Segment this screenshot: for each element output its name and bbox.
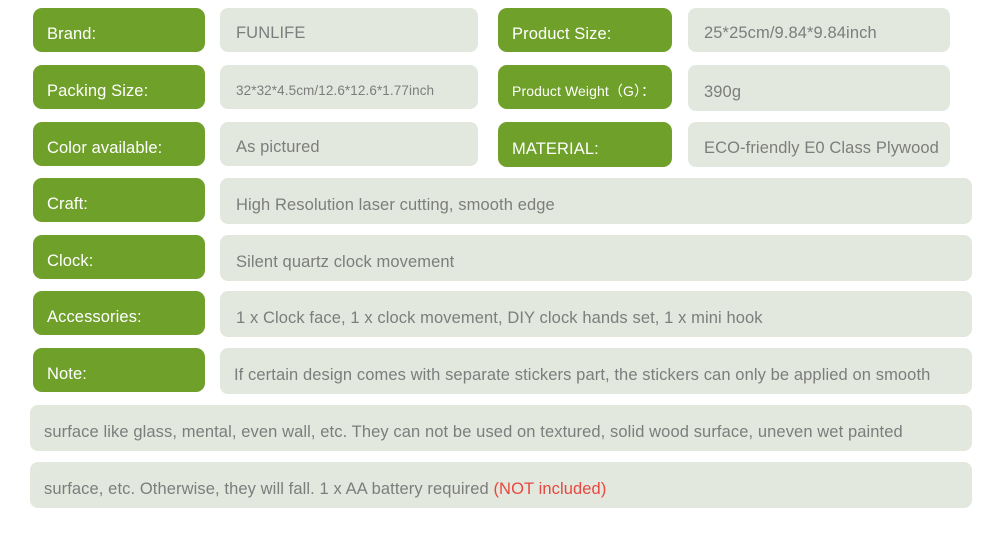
spec-label-text: Brand: — [47, 24, 97, 43]
spec-value-text: 32*32*4.5cm/12.6*12.6*1.77inch — [236, 82, 435, 98]
note-continuation-text: surface like glass, mental, even wall, e… — [44, 422, 903, 441]
spec-value-text: ECO-friendly E0 Class Plywood — [704, 138, 939, 157]
spec-value-text: 25*25cm/9.84*9.84inch — [704, 23, 877, 42]
spec-value-craft: High Resolution laser cutting, smooth ed… — [220, 178, 972, 224]
spec-value-brand: FUNLIFE — [220, 8, 478, 52]
spec-value-product-weight: 390g — [688, 65, 950, 111]
spec-label-brand: Brand: — [33, 8, 205, 52]
spec-label-color-available: Color available: — [33, 122, 205, 166]
spec-label-material: MATERIAL: — [498, 122, 672, 167]
note-continuation-line-1: surface like glass, mental, even wall, e… — [30, 405, 972, 451]
spec-value-note: If certain design comes with separate st… — [220, 348, 972, 394]
spec-label-product-size: Product Size: — [498, 8, 672, 52]
product-spec-sheet: Brand: FUNLIFE Product Size: 25*25cm/9.8… — [0, 0, 1000, 537]
spec-label-note: Note: — [33, 348, 205, 392]
spec-value-clock: Silent quartz clock movement — [220, 235, 972, 281]
spec-label-text: Accessories: — [47, 307, 142, 326]
spec-value-text: 390g — [704, 82, 742, 101]
spec-value-material: ECO-friendly E0 Class Plywood — [688, 122, 950, 167]
spec-value-text: FUNLIFE — [236, 23, 306, 42]
spec-label-text: Note: — [47, 364, 87, 383]
spec-value-text: As pictured — [236, 137, 320, 156]
spec-label-text: Color available: — [47, 138, 163, 157]
spec-label-text: Product Size: — [512, 24, 612, 43]
spec-label-text: Clock: — [47, 251, 94, 270]
battery-not-included-warning: (NOT included) — [493, 479, 607, 498]
spec-label-accessories: Accessories: — [33, 291, 205, 335]
spec-label-packing-size: Packing Size: — [33, 65, 205, 109]
spec-value-text: 1 x Clock face, 1 x clock movement, DIY … — [236, 308, 763, 327]
spec-label-clock: Clock: — [33, 235, 205, 279]
spec-value-product-size: 25*25cm/9.84*9.84inch — [688, 8, 950, 52]
spec-label-product-weight: Product Weight（G）： — [498, 65, 672, 109]
spec-value-text: Silent quartz clock movement — [236, 252, 455, 271]
spec-label-text: Product Weight（G）： — [512, 83, 656, 99]
spec-value-packing-size: 32*32*4.5cm/12.6*12.6*1.77inch — [220, 65, 478, 109]
spec-value-text: If certain design comes with separate st… — [234, 365, 931, 384]
note-continuation-text: surface, etc. Otherwise, they will fall.… — [30, 479, 607, 509]
spec-value-color-available: As pictured — [220, 122, 478, 166]
spec-label-text: Packing Size: — [47, 81, 149, 100]
spec-label-craft: Craft: — [33, 178, 205, 222]
note-continuation-line-2: surface, etc. Otherwise, they will fall.… — [30, 462, 972, 508]
note-continuation-text-plain: surface, etc. Otherwise, they will fall.… — [44, 479, 494, 498]
spec-label-text: Craft: — [47, 194, 88, 213]
spec-value-text: High Resolution laser cutting, smooth ed… — [236, 195, 555, 214]
spec-value-accessories: 1 x Clock face, 1 x clock movement, DIY … — [220, 291, 972, 337]
spec-label-text: MATERIAL: — [512, 139, 599, 158]
